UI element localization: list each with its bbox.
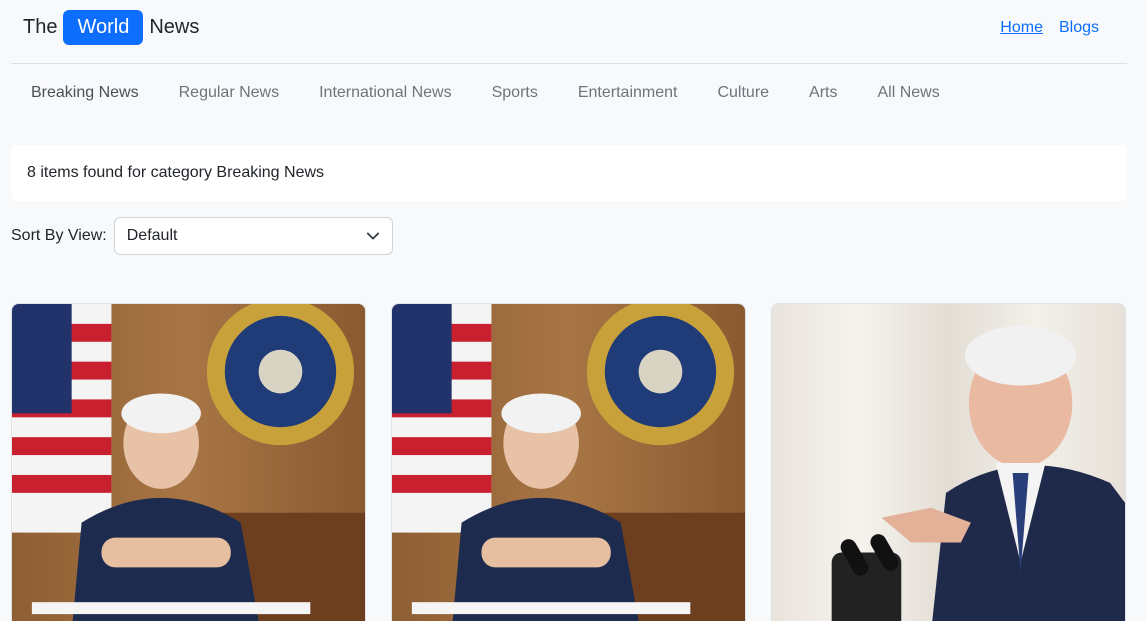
category-tab-culture[interactable]: Culture xyxy=(697,80,789,108)
brand-highlight: World xyxy=(63,10,144,45)
news-card-grid xyxy=(0,303,1146,621)
category-tab-regular-news[interactable]: Regular News xyxy=(159,80,299,108)
category-tab-sports[interactable]: Sports xyxy=(472,80,558,108)
news-card-image xyxy=(772,304,1125,621)
news-card[interactable] xyxy=(771,303,1126,621)
sort-select[interactable]: Default xyxy=(113,217,393,255)
news-card[interactable] xyxy=(391,303,746,621)
top-nav: Home Blogs xyxy=(1000,19,1099,37)
nav-link-home[interactable]: Home xyxy=(1000,19,1043,37)
category-tab-arts[interactable]: Arts xyxy=(789,80,857,108)
sort-selected-value: Default xyxy=(126,227,178,244)
news-card[interactable] xyxy=(11,303,366,621)
category-tab-entertainment[interactable]: Entertainment xyxy=(558,80,698,108)
sort-label: Sort By View: xyxy=(11,227,107,244)
brand-prefix: The xyxy=(23,16,58,38)
results-count-text: 8 items found for category Breaking News xyxy=(27,164,325,181)
category-tab-breaking-news[interactable]: Breaking News xyxy=(11,80,159,108)
news-card-image xyxy=(12,304,365,621)
category-nav: Breaking News Regular News International… xyxy=(11,80,960,108)
nav-link-blogs[interactable]: Blogs xyxy=(1059,19,1099,37)
site-header: The World News Home Blogs xyxy=(11,0,1127,64)
news-card-image xyxy=(392,304,745,621)
brand-logo[interactable]: The World News xyxy=(23,10,199,45)
sort-row: Sort By View: Default xyxy=(11,217,393,255)
category-tab-international-news[interactable]: International News xyxy=(299,80,472,108)
chevron-down-icon xyxy=(366,232,379,240)
results-count-banner: 8 items found for category Breaking News xyxy=(11,145,1127,201)
category-tab-all-news[interactable]: All News xyxy=(858,80,960,108)
brand-suffix: News xyxy=(149,16,200,38)
